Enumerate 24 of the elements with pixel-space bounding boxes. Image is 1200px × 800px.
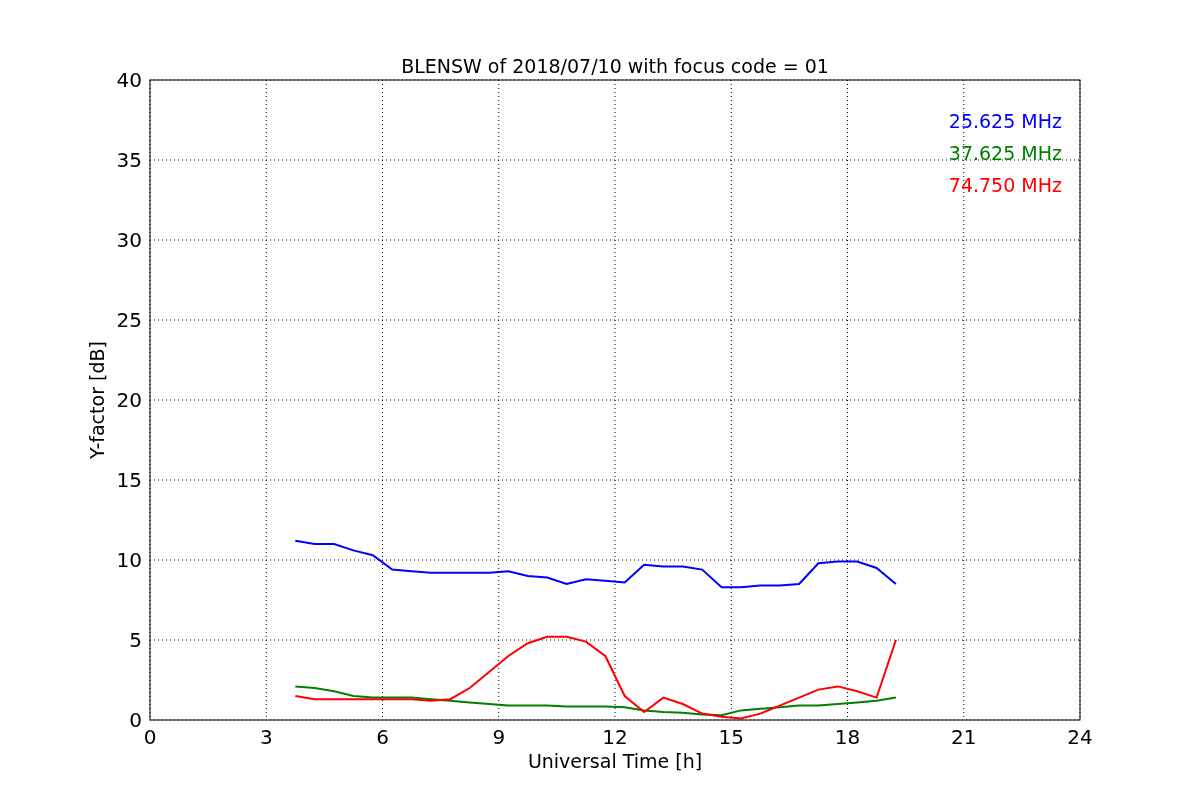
tick-label: 24 [1067,725,1093,749]
legend-label: 74.750 MHz [948,174,1062,196]
tick-label: 30 [116,228,142,252]
chart-title: BLENSW of 2018/07/10 with focus code = 01 [401,55,829,77]
tick-label: 3 [259,725,273,749]
tick-label: 10 [116,548,142,572]
tick-label: 9 [492,725,506,749]
tick-label: 5 [129,628,142,652]
tick-label: 20 [116,388,142,412]
tick-label: 35 [116,148,142,172]
tick-label: 18 [834,725,861,749]
legend-label: 37.625 MHz [948,142,1062,164]
tick-label: 25 [116,308,142,332]
tick-label: 40 [116,68,142,92]
tick-label: 6 [376,725,389,749]
tick-label: 12 [602,725,628,749]
axis-label: Y-factor [dB] [86,341,108,459]
tick-label: 21 [951,725,977,749]
tick-label: 15 [116,468,142,492]
tick-label: 0 [129,708,142,732]
axis-label: Universal Time [h] [527,750,703,772]
tick-label: 0 [143,725,157,749]
legend-label: 25.625 MHz [948,110,1062,132]
tick-label: 15 [718,725,744,749]
